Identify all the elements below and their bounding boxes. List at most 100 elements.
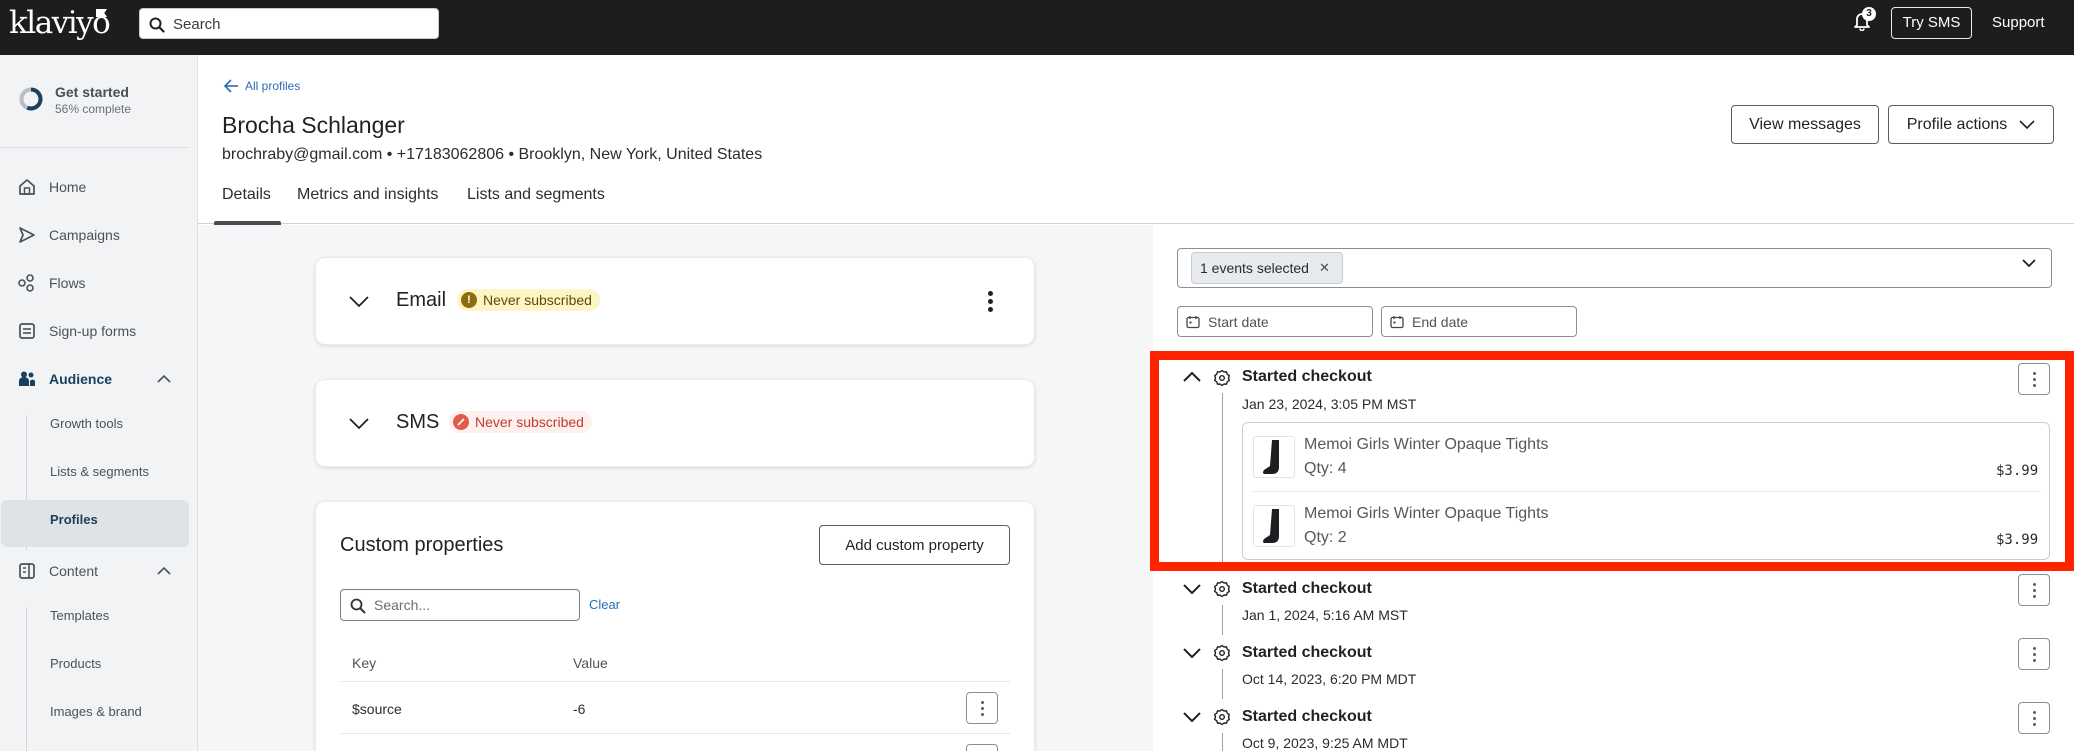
sidebar-subitem-lists-segments[interactable]: Lists & segments — [50, 464, 149, 479]
timeline-line — [1222, 605, 1223, 635]
start-date-placeholder: Start date — [1208, 314, 1269, 330]
event-more-button[interactable] — [2018, 702, 2050, 734]
custom-properties-title: Custom properties — [340, 534, 504, 556]
gear-icon — [1214, 580, 1230, 598]
property-value: -6 — [573, 701, 586, 717]
end-date-input[interactable]: End date — [1381, 306, 1577, 337]
tights-image-icon — [1263, 509, 1279, 543]
product-thumbnail — [1253, 436, 1295, 478]
try-sms-button[interactable]: Try SMS — [1891, 7, 1972, 39]
sidebar-item-campaigns[interactable]: Campaigns — [17, 223, 120, 247]
sidebar-subitem-profiles[interactable]: Profiles — [50, 512, 98, 527]
search-icon — [149, 17, 165, 33]
klaviyo-logo[interactable]: klaviyo — [9, 5, 111, 41]
event-timestamp: Oct 9, 2023, 9:25 AM MDT — [1242, 735, 1408, 751]
event-timestamp: Jan 23, 2024, 3:05 PM MST — [1242, 396, 1417, 412]
timeline-line — [1222, 669, 1223, 699]
form-icon — [17, 321, 37, 341]
support-link[interactable]: Support — [1992, 14, 2045, 31]
home-icon — [17, 177, 37, 197]
view-messages-button[interactable]: View messages — [1731, 105, 1879, 144]
product-price: $3.99 — [1996, 463, 2039, 479]
sidebar-subitem-growth-tools[interactable]: Growth tools — [50, 416, 123, 431]
search-icon — [350, 598, 366, 614]
calendar-icon — [1390, 316, 1404, 329]
all-profiles-link[interactable]: All profiles — [223, 79, 300, 93]
email-status-text: Never subscribed — [483, 292, 592, 308]
profile-actions-label: Profile actions — [1906, 115, 2008, 133]
sidebar-item-home[interactable]: Home — [17, 175, 86, 199]
sidebar-item-flows[interactable]: Flows — [17, 271, 86, 295]
sidebar-item-content[interactable]: Content — [17, 559, 98, 583]
tab-metrics-insights[interactable]: Metrics and insights — [297, 186, 438, 204]
product-quantity: Qty: 4 — [1304, 460, 1347, 477]
notification-count-badge: 3 — [1862, 7, 1876, 21]
sidebar-subitem-products[interactable]: Products — [50, 656, 101, 671]
chevron-up-icon[interactable] — [1183, 371, 1201, 382]
start-date-input[interactable]: Start date — [1177, 306, 1373, 337]
chevron-down-icon[interactable] — [2022, 259, 2036, 268]
event-more-button[interactable] — [2018, 638, 2050, 670]
property-row-more-button[interactable] — [966, 692, 998, 724]
event-more-button[interactable] — [2018, 574, 2050, 606]
chevron-down-icon[interactable] — [1183, 584, 1201, 595]
product-quantity: Qty: 2 — [1304, 529, 1347, 546]
event-title[interactable]: Started checkout — [1242, 368, 1372, 386]
chevron-down-icon[interactable] — [1183, 712, 1201, 723]
product-thumbnail — [1253, 505, 1295, 547]
email-card-title: Email — [396, 289, 447, 311]
add-custom-property-label: Add custom property — [845, 536, 984, 554]
chevron-down-icon[interactable] — [349, 296, 369, 308]
timeline-line — [1222, 733, 1223, 751]
chevron-up-icon[interactable] — [157, 374, 171, 383]
tab-details[interactable]: Details — [222, 186, 271, 204]
sidebar-item-label: Campaigns — [49, 227, 120, 243]
event-title[interactable]: Started checkout — [1242, 580, 1372, 598]
sidebar-subitem-templates[interactable]: Templates — [50, 608, 109, 623]
sidebar-item-label: Sign-up forms — [49, 323, 137, 339]
table-divider — [340, 733, 1010, 734]
custom-properties-search-placeholder: Search... — [374, 597, 431, 613]
tab-lists-segments[interactable]: Lists and segments — [467, 186, 605, 204]
events-selected-chip: 1 events selected ✕ — [1191, 252, 1343, 284]
get-started-progress: 56% complete — [55, 102, 132, 116]
property-row-more-button[interactable] — [966, 744, 998, 751]
chevron-down-icon[interactable] — [1183, 648, 1201, 659]
progress-ring-icon — [19, 87, 43, 111]
event-timestamp: Jan 1, 2024, 5:16 AM MST — [1242, 607, 1408, 623]
clear-search-link[interactable]: Clear — [589, 597, 620, 612]
end-date-placeholder: End date — [1412, 314, 1469, 330]
sidebar-subitem-images-brand[interactable]: Images & brand — [50, 704, 142, 719]
chevron-down-icon[interactable] — [349, 418, 369, 430]
content-icon — [17, 561, 37, 581]
sidebar-item-label: Audience — [49, 371, 113, 387]
warning-icon: ! — [461, 292, 477, 308]
property-key: $source — [352, 701, 402, 717]
line-item-divider — [1253, 491, 2041, 492]
sms-status-text: Never subscribed — [475, 414, 584, 430]
product-name: Memoi Girls Winter Opaque Tights — [1304, 505, 1549, 522]
sidebar-item-label: Content — [49, 563, 99, 579]
event-title[interactable]: Started checkout — [1242, 708, 1372, 726]
event-more-button[interactable] — [2018, 363, 2050, 395]
profile-actions-button[interactable]: Profile actions — [1888, 105, 2054, 144]
sidebar-item-signup-forms[interactable]: Sign-up forms — [17, 319, 136, 343]
event-title[interactable]: Started checkout — [1242, 644, 1372, 662]
sidebar-item-audience[interactable]: Audience — [17, 367, 112, 391]
profile-contact-info: brochraby@gmail.com • +17183062806 • Bro… — [222, 146, 763, 163]
global-search-input[interactable]: Search — [139, 8, 439, 39]
calendar-icon — [1186, 316, 1200, 329]
sidebar-item-label: Flows — [49, 275, 86, 291]
get-started-title[interactable]: Get started — [55, 84, 129, 100]
gear-icon — [1214, 708, 1230, 726]
email-more-options-icon[interactable] — [988, 291, 993, 312]
all-profiles-label: All profiles — [245, 79, 301, 93]
chevron-up-icon[interactable] — [157, 566, 171, 575]
column-header-value: Value — [573, 655, 608, 671]
add-custom-property-button[interactable]: Add custom property — [819, 525, 1010, 565]
top-bar: klaviyo Search 3 Try SMS Support — [0, 0, 2074, 55]
flows-icon — [17, 273, 37, 293]
remove-chip-icon[interactable]: ✕ — [1319, 260, 1330, 276]
send-icon — [17, 225, 37, 245]
custom-properties-search-input[interactable]: Search... — [340, 589, 580, 621]
